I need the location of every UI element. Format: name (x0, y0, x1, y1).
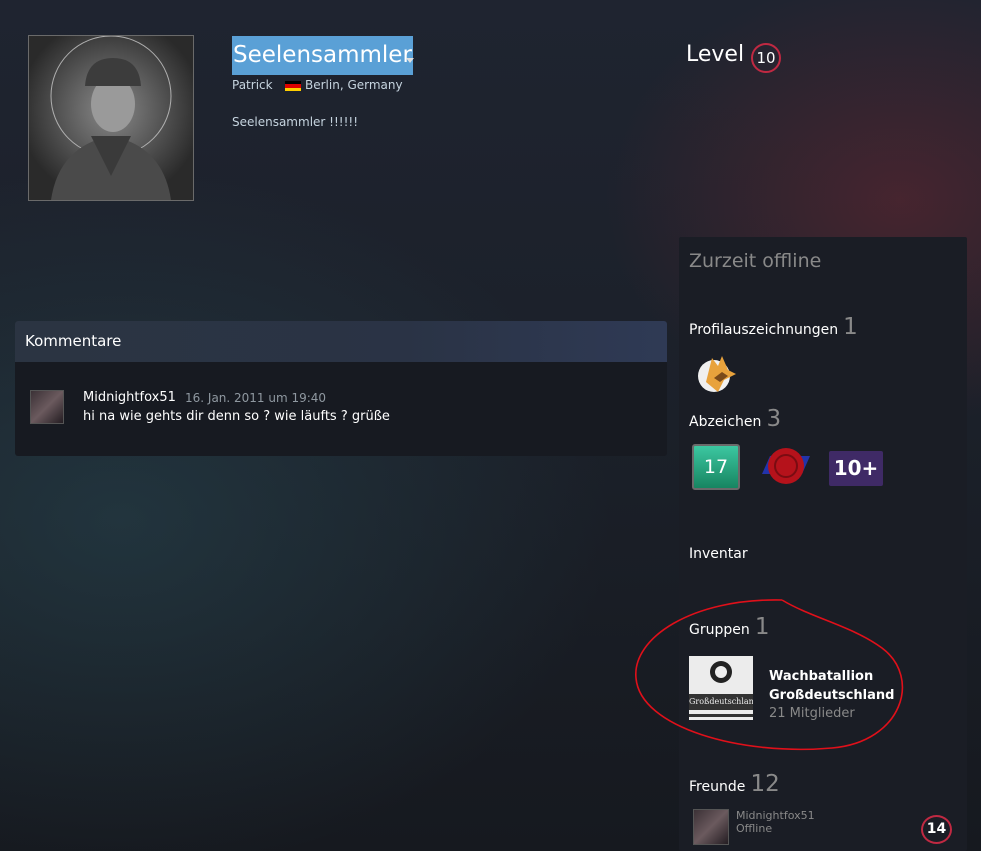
friends-label: Freunde (689, 779, 746, 795)
group-name[interactable]: Wachbatallion Großdeutschland (769, 667, 909, 705)
real-name: Patrick (232, 78, 273, 92)
badge-10plus-icon[interactable]: 10+ (829, 451, 883, 486)
group-banner-text: Großdeutschland (689, 697, 753, 706)
group-members: 21 Mitglieder (769, 706, 855, 721)
comments-panel: Kommentare Midnightfox51 16. Jan. 2011 u… (15, 321, 667, 456)
group-avatar[interactable]: Großdeutschland (689, 656, 753, 720)
location: Berlin, Germany (305, 78, 403, 92)
friends-count: 12 (750, 771, 780, 797)
friend-avatar[interactable] (693, 809, 729, 845)
wax-seal-badge-icon[interactable] (760, 444, 812, 490)
comment-date: 16. Jan. 2011 um 19:40 (185, 391, 327, 405)
comment-text: hi na wie gehts dir denn so ? wie läufts… (83, 409, 390, 424)
friend-level-badge: 14 (921, 815, 952, 844)
level-badge[interactable]: 10 (751, 43, 781, 73)
comment-author-avatar[interactable] (30, 390, 64, 424)
persona-dropdown-icon[interactable] (406, 58, 414, 63)
comments-title: Kommentare (15, 321, 667, 362)
online-status: Zurzeit offline (689, 250, 822, 272)
awards-count: 1 (843, 314, 858, 340)
badges-count: 3 (766, 406, 782, 432)
groups-heading[interactable]: Gruppen 1 (689, 614, 769, 640)
groups-count: 1 (754, 614, 770, 640)
fox-award-icon[interactable] (692, 348, 740, 396)
profile-avatar (28, 35, 194, 201)
germany-flag-icon (285, 81, 301, 91)
profile-summary: Seelensammler !!!!!! (232, 115, 359, 129)
groups-label: Gruppen (689, 622, 750, 638)
level-label: Level (686, 42, 745, 67)
badges-heading[interactable]: Abzeichen 3 (689, 406, 781, 432)
persona-name[interactable]: Seelensammler (232, 36, 413, 75)
inventory-link[interactable]: Inventar (689, 546, 748, 562)
friend-status: Offline (736, 822, 773, 835)
awards-heading[interactable]: Profilauszeichnungen 1 (689, 314, 858, 340)
friends-heading[interactable]: Freunde 12 (689, 771, 780, 797)
comment-author[interactable]: Midnightfox51 (83, 390, 176, 405)
badge-17-icon[interactable]: 17 (692, 444, 740, 490)
badges-label: Abzeichen (689, 414, 762, 430)
awards-label: Profilauszeichnungen (689, 322, 839, 338)
friend-name[interactable]: Midnightfox51 (736, 809, 815, 822)
